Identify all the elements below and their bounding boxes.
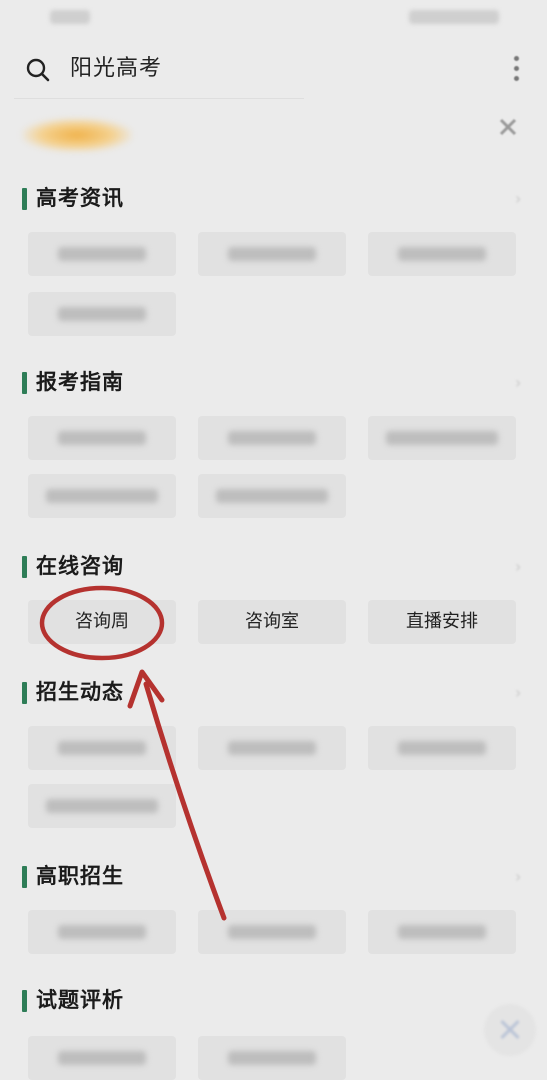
- chevron-right-icon[interactable]: ›: [515, 191, 525, 207]
- search-icon: [26, 58, 50, 82]
- tag-label: 咨询周: [75, 611, 129, 632]
- search-bar[interactable]: 阳光高考: [10, 44, 530, 96]
- status-time: [50, 10, 90, 24]
- chevron-right-icon[interactable]: ›: [515, 375, 525, 391]
- float-close-icon[interactable]: [484, 1004, 536, 1056]
- chevron-right-icon[interactable]: ›: [515, 559, 525, 575]
- tag-button[interactable]: [368, 416, 516, 460]
- app-screen: 阳光高考 高考资讯 › 报考指南 › 在线咨询 › 咨询周 咨询室 直播安排 招…: [0, 0, 547, 1080]
- tag-consult-room[interactable]: 咨询室: [198, 600, 346, 644]
- section-title: 在线咨询: [36, 554, 124, 578]
- section-accent-bar: [22, 682, 27, 704]
- tag-button[interactable]: [198, 416, 346, 460]
- tag-button[interactable]: [28, 292, 176, 336]
- section-title: 高职招生: [36, 864, 124, 888]
- section-accent-bar: [22, 556, 27, 578]
- status-bar: [0, 0, 547, 38]
- section-accent-bar: [22, 188, 27, 210]
- close-icon[interactable]: [497, 116, 519, 138]
- tag-button[interactable]: [198, 474, 346, 518]
- section-title: 招生动态: [36, 680, 124, 704]
- tag-button[interactable]: [28, 416, 176, 460]
- tag-button[interactable]: [368, 910, 516, 954]
- tag-button[interactable]: [28, 784, 176, 828]
- tag-button[interactable]: [368, 726, 516, 770]
- section-title: 报考指南: [36, 370, 124, 394]
- tag-button[interactable]: [198, 1036, 346, 1080]
- section-accent-bar: [22, 866, 27, 888]
- section-title: 高考资讯: [36, 186, 124, 210]
- tag-button[interactable]: [28, 474, 176, 518]
- section-accent-bar: [22, 372, 27, 394]
- tag-button[interactable]: [28, 726, 176, 770]
- tag-button[interactable]: [198, 726, 346, 770]
- tag-button[interactable]: [198, 232, 346, 276]
- chevron-right-icon[interactable]: ›: [515, 869, 525, 885]
- tag-label: 咨询室: [245, 611, 299, 632]
- tag-live-schedule[interactable]: 直播安排: [368, 600, 516, 644]
- section-title: 试题评析: [36, 988, 124, 1012]
- tag-consult-week[interactable]: 咨询周: [28, 600, 176, 644]
- section-accent-bar: [22, 990, 27, 1012]
- tag-button[interactable]: [28, 1036, 176, 1080]
- tag-button[interactable]: [28, 910, 176, 954]
- divider: [14, 98, 304, 99]
- tag-button[interactable]: [28, 232, 176, 276]
- more-icon[interactable]: [512, 56, 520, 84]
- status-icons: [409, 10, 499, 24]
- search-query[interactable]: 阳光高考: [70, 54, 162, 84]
- tag-button[interactable]: [198, 910, 346, 954]
- logo: [22, 118, 132, 152]
- annotation-arrow-head: [127, 669, 165, 709]
- tag-button[interactable]: [368, 232, 516, 276]
- chevron-right-icon[interactable]: ›: [515, 685, 525, 701]
- tag-label: 直播安排: [406, 611, 478, 632]
